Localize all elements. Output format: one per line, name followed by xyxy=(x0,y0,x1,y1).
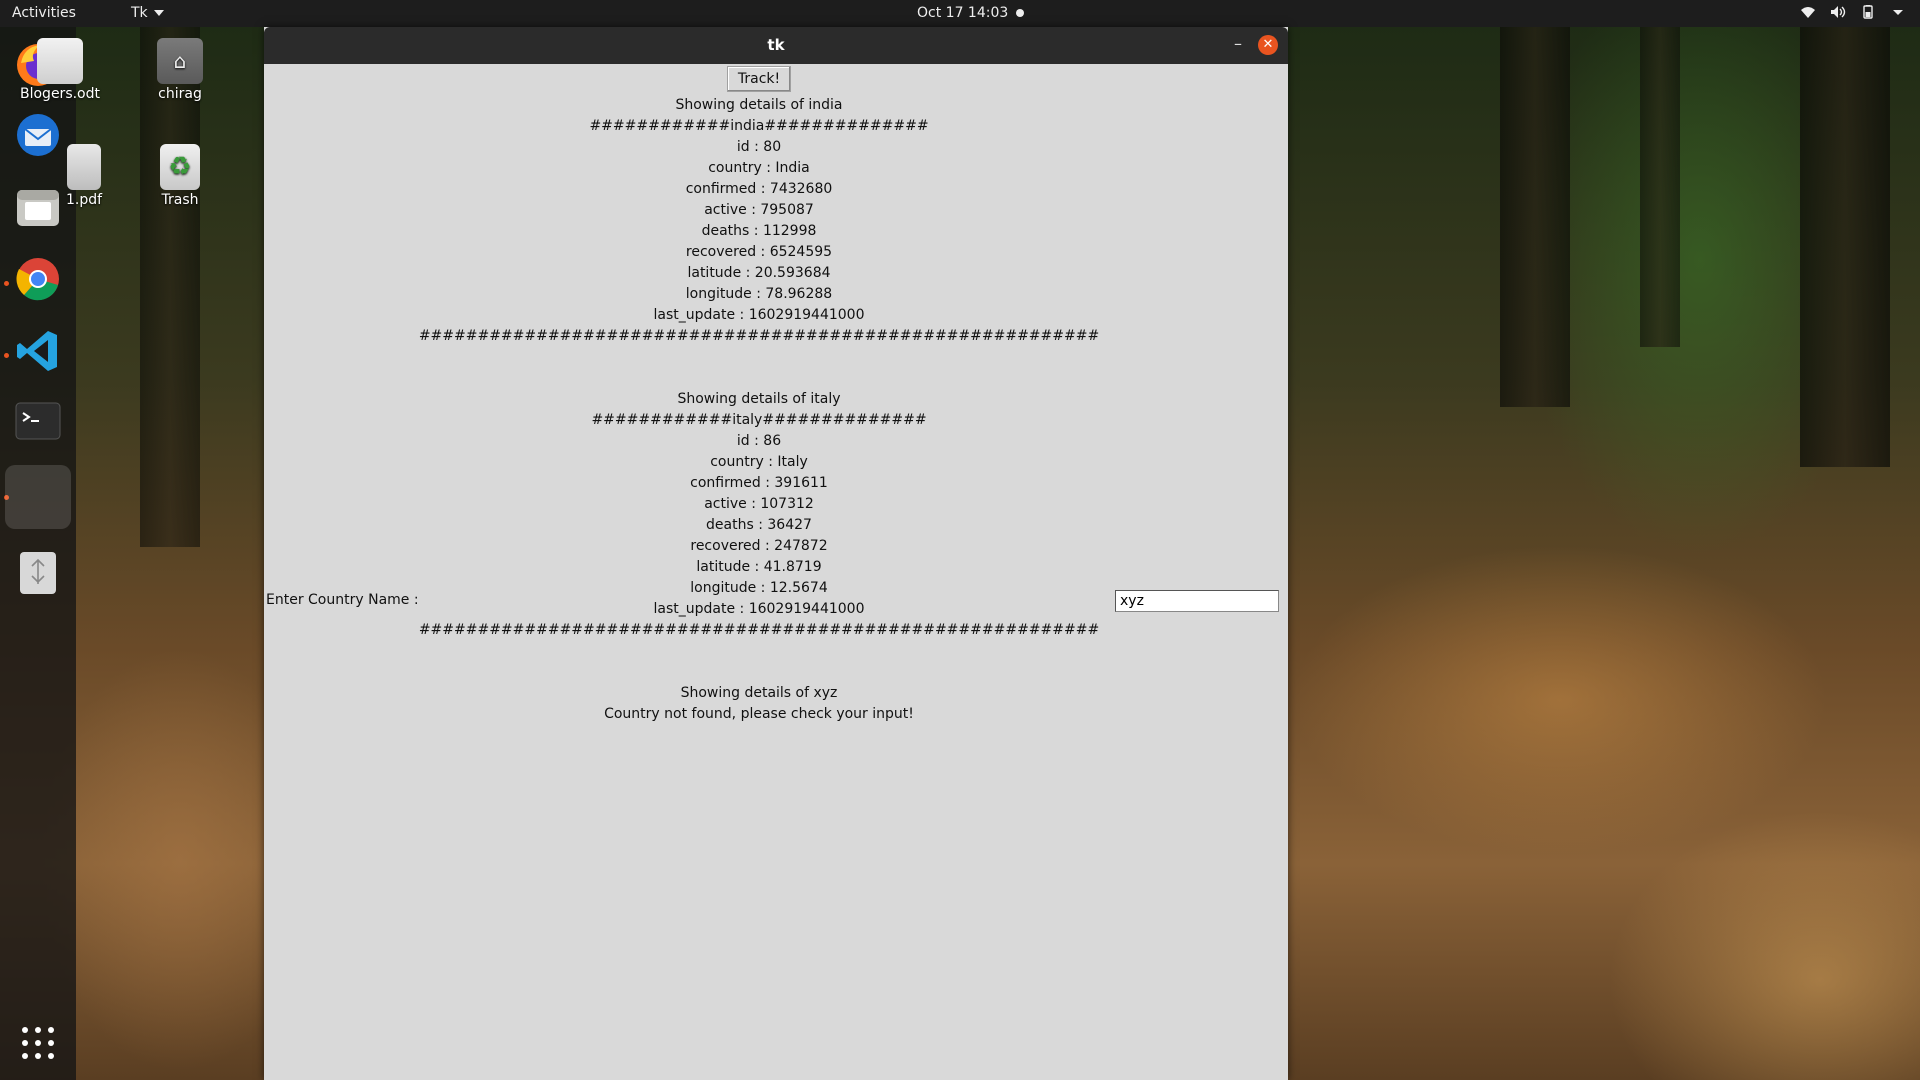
output-line: Showing details of india xyxy=(675,97,843,113)
running-indicator xyxy=(4,281,9,286)
desktop-icon-label: chirag xyxy=(158,86,202,102)
output-line: active : 795087 xyxy=(704,202,814,218)
track-button[interactable]: Track! xyxy=(727,66,791,92)
country-name-label: Enter Country Name : xyxy=(266,592,419,608)
running-indicator xyxy=(4,353,9,358)
top-bar: Activities Tk Oct 17 14:03 xyxy=(0,0,1920,27)
window-titlebar[interactable]: tk – ✕ xyxy=(264,27,1288,64)
app-menu[interactable]: Tk xyxy=(131,5,164,21)
desktop-file-pdf[interactable]: 1.pdf xyxy=(44,144,124,208)
battery-icon xyxy=(1863,5,1873,19)
desktop-file-blogers[interactable]: Blogers.odt xyxy=(20,38,100,102)
desktop-trash[interactable]: ♻ Trash xyxy=(140,144,220,208)
system-tray[interactable] xyxy=(1800,5,1906,19)
output-line: id : 86 xyxy=(736,433,782,449)
chrome-icon xyxy=(16,258,59,301)
output-line: confirmed : 7432680 xyxy=(685,181,833,197)
minimize-button[interactable]: – xyxy=(1228,35,1248,55)
volume-icon xyxy=(1831,6,1846,18)
document-icon xyxy=(37,38,83,84)
usb-drive-icon xyxy=(20,552,56,594)
tk-window: tk – ✕ Track! Showing details of india ##… xyxy=(264,27,1288,1080)
pdf-file-icon xyxy=(67,144,101,190)
output-line: country : Italy xyxy=(710,454,808,470)
clock[interactable]: Oct 17 14:03 xyxy=(917,5,1008,21)
output-line: country : India xyxy=(708,160,810,176)
activities-button[interactable]: Activities xyxy=(12,5,76,21)
close-icon: ✕ xyxy=(1262,37,1274,52)
output-line: recovered : 247872 xyxy=(690,538,828,554)
output-line: id : 80 xyxy=(736,139,782,155)
notification-dot-icon xyxy=(1016,9,1024,17)
window-content: Track! Showing details of india #########… xyxy=(264,64,1288,1080)
output-line: latitude : 20.593684 xyxy=(687,265,831,281)
output-line: ############india############## xyxy=(589,118,929,134)
output-line: recovered : 6524595 xyxy=(685,244,833,260)
output-line: active : 107312 xyxy=(704,496,814,512)
output-line: last_update : 1602919441000 xyxy=(653,307,865,323)
chevron-down-icon xyxy=(153,10,164,16)
output-line: deaths : 112998 xyxy=(701,223,817,239)
output-line: confirmed : 391611 xyxy=(690,475,828,491)
close-button[interactable]: ✕ xyxy=(1258,35,1278,55)
desktop-icon-label: Blogers.odt xyxy=(20,86,101,102)
output-text: Showing details of india ############indi… xyxy=(264,95,1254,725)
app-grid-button[interactable] xyxy=(10,1015,66,1071)
output-line: longitude : 78.96288 xyxy=(685,286,833,302)
app-grid-icon xyxy=(22,1027,54,1059)
desktop-folder-chirag[interactable]: ⌂ chirag xyxy=(140,38,220,102)
desktop-icon-label: 1.pdf xyxy=(65,192,103,208)
output-line: ############italy############## xyxy=(591,412,927,428)
country-name-input[interactable] xyxy=(1115,590,1279,612)
window-title: tk xyxy=(767,36,785,54)
chrome-launcher[interactable] xyxy=(10,251,66,307)
desktop-icon-label: Trash xyxy=(161,192,199,208)
app-menu-label: Tk xyxy=(131,5,148,21)
vscode-launcher[interactable] xyxy=(10,323,66,379)
output-line: latitude : 41.8719 xyxy=(696,559,822,575)
output-line: Country not found, please check your inp… xyxy=(604,706,914,722)
vscode-icon xyxy=(17,331,57,371)
output-line: ########################################… xyxy=(418,622,1100,638)
trash-icon: ♻ xyxy=(160,144,200,190)
usb-drive-launcher[interactable] xyxy=(10,545,66,601)
output-line: deaths : 36427 xyxy=(706,517,812,533)
home-folder-icon: ⌂ xyxy=(157,38,203,84)
output-line: ########################################… xyxy=(418,328,1100,344)
terminal-launcher[interactable] xyxy=(10,393,66,449)
tk-window-launcher[interactable] xyxy=(5,465,71,529)
chevron-down-icon xyxy=(1893,10,1903,15)
output-line: Showing details of xyz xyxy=(680,685,838,701)
terminal-icon xyxy=(15,402,61,440)
output-line: Showing details of italy xyxy=(677,391,841,407)
wifi-icon xyxy=(1801,7,1815,18)
